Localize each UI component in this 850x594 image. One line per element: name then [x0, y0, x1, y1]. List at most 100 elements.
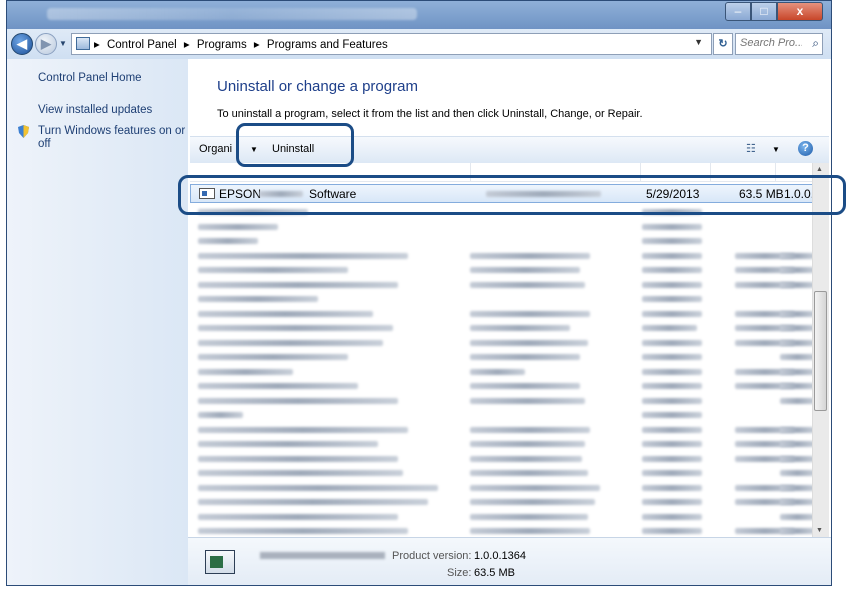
close-button[interactable]: x — [777, 2, 823, 21]
blurred-cell — [780, 383, 813, 389]
organize-menu[interactable]: Organi — [199, 143, 232, 155]
scroll-down-icon[interactable]: ▼ — [816, 527, 823, 534]
task-pane: Control Panel Home View installed update… — [7, 59, 189, 585]
blurred-cell — [470, 267, 580, 273]
minimize-button[interactable]: – — [725, 2, 751, 21]
scroll-up-icon[interactable]: ▲ — [816, 166, 823, 173]
blurred-cell — [198, 441, 378, 447]
blurred-cell — [198, 368, 293, 375]
features-link-line-1[interactable]: Turn Windows features on or — [38, 125, 185, 138]
title-bar[interactable]: – □ x — [7, 1, 831, 29]
page-instructions: To uninstall a program, select it from t… — [217, 108, 643, 120]
blurred-cell — [198, 354, 348, 360]
blurred-cell — [198, 339, 383, 346]
search-box[interactable]: ⌕ — [735, 33, 823, 55]
view-installed-updates-link[interactable]: View installed updates — [38, 104, 152, 117]
recent-pages-dropdown[interactable]: ▼ — [59, 39, 67, 48]
blurred-cell — [198, 223, 278, 230]
selected-row-highlight-ring — [178, 175, 846, 215]
blurred-cell — [198, 397, 398, 404]
vertical-scrollbar[interactable]: ▲ ▼ — [812, 163, 829, 537]
selected-program-icon — [205, 550, 235, 574]
blurred-cell — [470, 354, 580, 360]
views-dropdown-icon[interactable]: ▼ — [772, 145, 780, 154]
blurred-cell — [780, 325, 813, 331]
blurred-cell — [642, 325, 697, 331]
search-icon[interactable]: ⌕ — [812, 36, 819, 51]
blurred-cell — [470, 252, 590, 259]
blurred-cell — [780, 310, 813, 317]
blurred-cell — [780, 499, 813, 505]
search-input[interactable] — [740, 37, 802, 49]
blurred-cell — [780, 368, 813, 375]
blurred-cell — [642, 368, 702, 375]
address-dropdown-icon[interactable]: ▼ — [694, 37, 703, 47]
blurred-cell — [198, 310, 373, 317]
blurred-product-name — [260, 552, 385, 559]
blurred-cell — [780, 455, 813, 462]
blurred-cell — [642, 397, 702, 404]
blurred-cell — [642, 455, 702, 462]
uninstall-highlight-ring — [236, 123, 354, 167]
breadcrumb-programs[interactable]: Programs — [197, 39, 247, 51]
back-button[interactable]: ◀ — [11, 33, 33, 55]
blurred-cell — [198, 252, 408, 259]
breadcrumb-separator[interactable]: ▸ — [184, 39, 190, 51]
blurred-cell — [642, 441, 702, 447]
blurred-cell — [470, 383, 580, 389]
blurred-cell — [780, 339, 813, 346]
blurred-cell — [470, 426, 590, 433]
refresh-button[interactable]: ↻ — [713, 33, 733, 55]
blurred-cell — [780, 252, 813, 259]
blurred-cell — [470, 368, 525, 375]
blurred-cell — [780, 397, 813, 404]
scrollbar-thumb[interactable] — [814, 291, 827, 411]
breadcrumb-separator[interactable]: ▸ — [254, 39, 260, 51]
blurred-cell — [642, 223, 702, 230]
maximize-button[interactable]: □ — [751, 2, 777, 21]
blurred-cell — [780, 281, 813, 288]
blurred-cell — [198, 470, 403, 476]
blurred-cell — [780, 426, 813, 433]
programs-and-features-window: – □ x ◀ ▶ ▼ ▸ Control Panel ▸ Programs ▸… — [6, 0, 832, 586]
views-icon[interactable]: ☷ — [746, 142, 756, 155]
size-label: Size: — [447, 567, 472, 579]
blurred-cell — [470, 397, 585, 404]
features-link-line-2[interactable]: off — [38, 138, 185, 151]
blurred-cell — [470, 513, 588, 520]
blurred-cell — [198, 412, 243, 418]
blurred-cell — [642, 528, 702, 534]
blurred-cell — [642, 267, 702, 273]
blurred-cell — [642, 238, 702, 244]
blurred-cell — [470, 281, 585, 288]
breadcrumb-control-panel[interactable]: Control Panel — [107, 39, 177, 51]
breadcrumb-separator[interactable]: ▸ — [94, 39, 100, 51]
blurred-cell — [470, 325, 570, 331]
turn-windows-features-link[interactable]: Turn Windows features on or off — [38, 125, 185, 151]
size-value: 63.5 MB — [474, 567, 515, 579]
blurred-cell — [642, 252, 702, 259]
blurred-cell — [198, 238, 258, 244]
forward-button[interactable]: ▶ — [35, 33, 57, 55]
blurred-cell — [642, 310, 702, 317]
breadcrumb-programs-and-features[interactable]: Programs and Features — [267, 39, 388, 51]
blurred-cell — [780, 528, 813, 534]
blurred-cell — [198, 455, 398, 462]
program-list[interactable]: EPSON Software 5/29/2013 63.5 MB 1.0.0. — [190, 181, 813, 537]
breadcrumb: ▸ Control Panel ▸ Programs ▸ Programs an… — [94, 37, 392, 51]
blurred-cell — [642, 484, 702, 491]
blurred-cell — [470, 528, 590, 534]
blurred-cell — [470, 499, 595, 505]
blurred-cell — [780, 267, 813, 273]
blurred-cell — [470, 441, 585, 447]
blurred-cell — [198, 296, 318, 302]
blurred-cell — [780, 354, 813, 360]
control-panel-icon — [76, 37, 90, 50]
control-panel-home-link[interactable]: Control Panel Home — [38, 72, 142, 85]
blurred-cell — [642, 281, 702, 288]
address-bar[interactable]: ▸ Control Panel ▸ Programs ▸ Programs an… — [71, 33, 712, 55]
help-button[interactable]: ? — [798, 141, 813, 156]
blurred-cell — [470, 470, 588, 476]
blurred-cell — [198, 484, 438, 491]
blurred-cell — [470, 455, 582, 462]
